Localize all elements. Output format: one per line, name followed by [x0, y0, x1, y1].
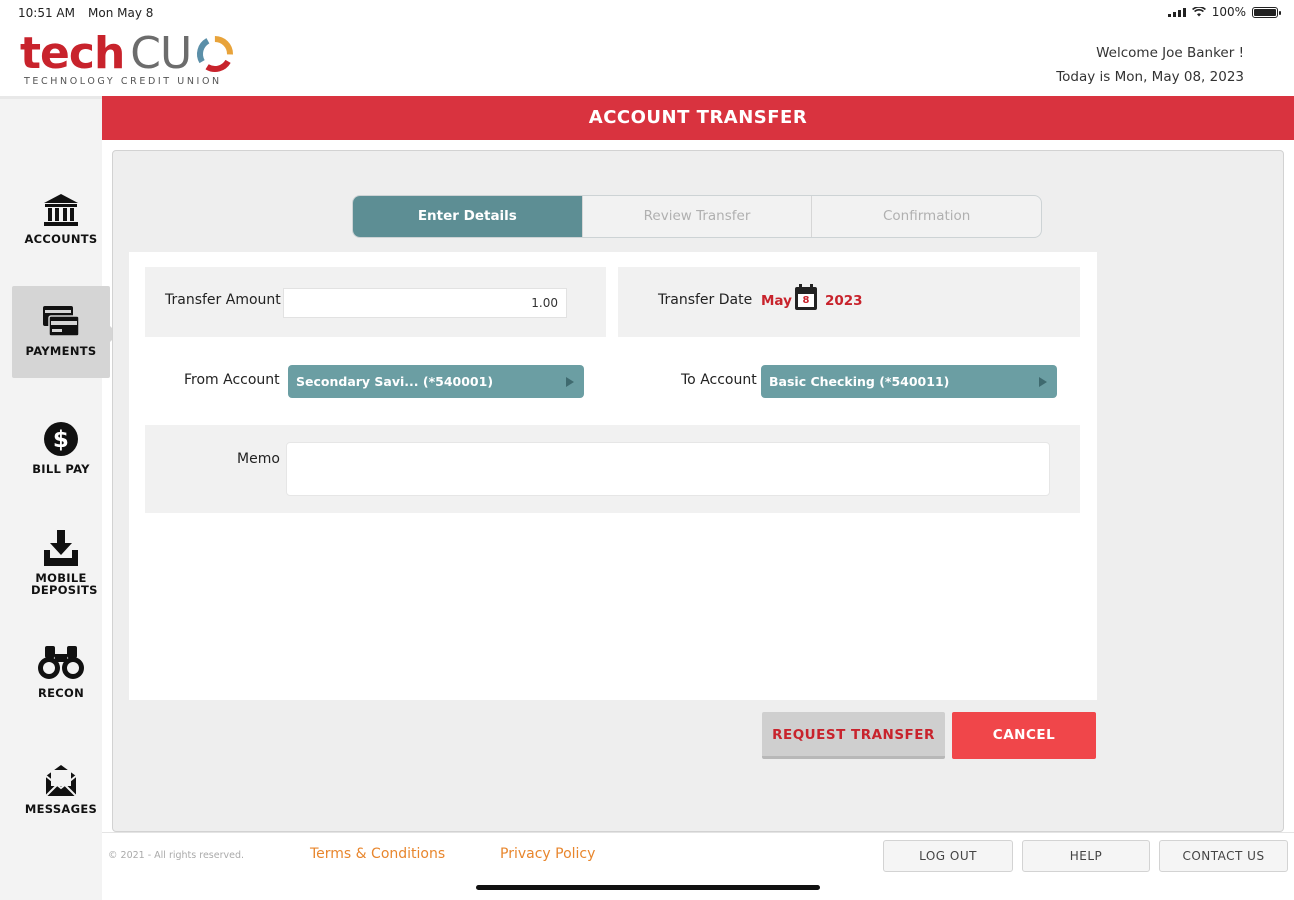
logo-word-tech: tech	[20, 28, 125, 79]
cancel-button[interactable]: CANCEL	[952, 712, 1096, 759]
step-enter-details[interactable]: Enter Details	[353, 196, 582, 237]
dollar-circle-icon: $	[44, 422, 78, 456]
logo-ring-icon	[197, 36, 234, 72]
privacy-link[interactable]: Privacy Policy	[500, 846, 595, 862]
app-header: tech CU TECHNOLOGY CREDIT UNION Welcome …	[0, 26, 1294, 96]
envelope-icon	[45, 765, 77, 797]
sidebar-label-accounts: ACCOUNTS	[24, 232, 98, 246]
transfer-date-day: 8	[802, 295, 810, 306]
sidebar-label-bill-pay: BILL PAY	[32, 462, 90, 476]
download-tray-icon	[44, 530, 78, 566]
contact-us-button[interactable]: CONTACT US	[1159, 840, 1288, 872]
payment-card-icon	[43, 306, 80, 337]
sidebar-item-messages[interactable]: MESSAGES	[12, 762, 110, 832]
sidebar-item-bill-pay[interactable]: $ BILL PAY	[12, 420, 110, 490]
app-root: 10:51 AM Mon May 8 100% tech CU TECHNOLO…	[0, 0, 1294, 900]
to-account-select[interactable]: Basic Checking (*540011)	[761, 365, 1057, 398]
battery-icon	[1252, 6, 1281, 18]
from-account-label: From Account	[184, 372, 280, 388]
sidebar-item-accounts[interactable]: ACCOUNTS	[12, 192, 110, 262]
to-account-arrow-icon	[1039, 377, 1047, 387]
from-account-select[interactable]: Secondary Savi... (*540001)	[288, 365, 584, 398]
transfer-amount-label: Transfer Amount	[165, 292, 281, 308]
to-account-value: Basic Checking (*540011)	[769, 374, 950, 389]
memo-label: Memo	[237, 451, 280, 467]
to-account-label: To Account	[681, 372, 757, 388]
transfer-date-label: Transfer Date	[658, 292, 753, 308]
transfer-amount-input[interactable]: 1.00	[283, 288, 567, 318]
sidebar-label-recon: RECON	[37, 686, 85, 700]
welcome-block: Welcome Joe Banker ! Today is Mon, May 0…	[1056, 41, 1244, 89]
home-indicator[interactable]	[476, 885, 820, 890]
memo-input[interactable]	[286, 442, 1050, 496]
request-transfer-button[interactable]: REQUEST TRANSFER	[762, 712, 945, 759]
transfer-date-year[interactable]: 2023	[825, 293, 863, 309]
sidebar-label-messages: MESSAGES	[24, 802, 98, 816]
status-date: Mon May 8	[88, 6, 154, 20]
sidebar-label-mobile-deposits: MOBILE DEPOSITS	[31, 571, 98, 597]
sidebar-label-payments: PAYMENTS	[25, 344, 97, 358]
today-date: Today is Mon, May 08, 2023	[1056, 69, 1244, 85]
transfer-steps: Enter Details Review Transfer Confirmati…	[352, 195, 1042, 238]
page-title: ACCOUNT TRANSFER	[102, 96, 1294, 140]
svg-text:$: $	[53, 427, 69, 453]
cellular-signal-icon	[1167, 7, 1186, 17]
sidebar-item-payments[interactable]: PAYMENTS	[12, 286, 118, 378]
logout-button[interactable]: LOG OUT	[883, 840, 1013, 872]
wifi-icon	[1191, 7, 1206, 17]
transfer-date-month[interactable]: May	[761, 293, 792, 309]
step-review-transfer[interactable]: Review Transfer	[581, 196, 812, 237]
from-account-arrow-icon	[566, 377, 574, 387]
step-confirmation[interactable]: Confirmation	[811, 196, 1041, 237]
calendar-icon[interactable]: 8	[794, 283, 818, 311]
battery-percent: 100%	[1211, 5, 1246, 19]
techcu-logo[interactable]: tech CU TECHNOLOGY CREDIT UNION	[20, 30, 235, 92]
logo-word-cu: CU	[130, 28, 192, 79]
binoculars-icon	[38, 646, 84, 679]
copyright-text: © 2021 - All rights reserved.	[108, 850, 245, 861]
help-button[interactable]: HELP	[1022, 840, 1150, 872]
status-bar: 10:51 AM Mon May 8 100%	[0, 0, 1294, 26]
from-account-value: Secondary Savi... (*540001)	[296, 374, 494, 389]
sidebar-item-recon[interactable]: RECON	[12, 644, 110, 714]
status-indicators: 100%	[1167, 5, 1281, 19]
logo-subtitle: TECHNOLOGY CREDIT UNION	[24, 76, 222, 87]
sidebar-item-mobile-deposits[interactable]: MOBILE DEPOSITS	[12, 528, 110, 618]
welcome-text: Welcome Joe Banker !	[1096, 45, 1244, 61]
sidebar-top-divider	[0, 96, 102, 99]
status-time: 10:51 AM	[18, 6, 75, 20]
terms-link[interactable]: Terms & Conditions	[310, 846, 445, 862]
bank-icon	[44, 194, 78, 226]
